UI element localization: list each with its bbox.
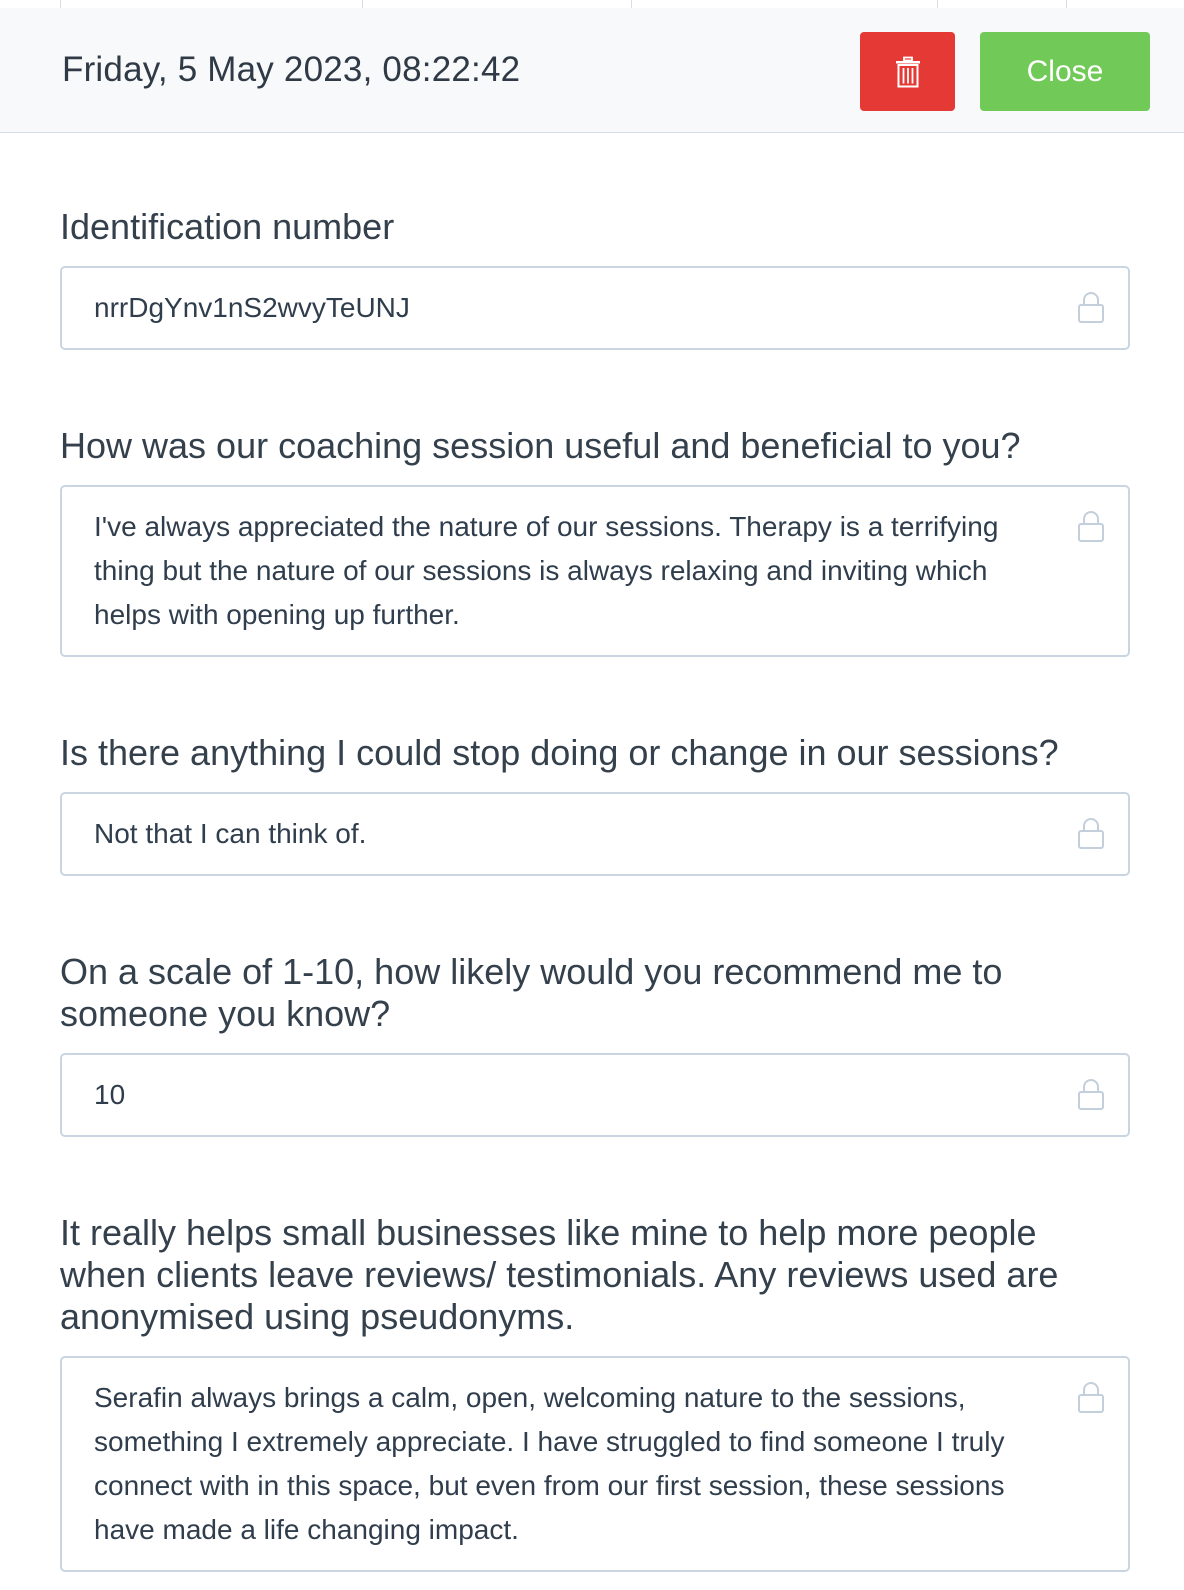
entry-header: Friday, 5 May 2023, 08:22:42 Close <box>0 8 1184 133</box>
divider <box>362 0 363 8</box>
lock-icon <box>1078 511 1104 542</box>
delete-button[interactable] <box>860 32 955 111</box>
field-label: It really helps small businesses like mi… <box>60 1212 1059 1337</box>
field-identification-number: Identification number nrrDgYnv1nS2wvyTeU… <box>60 206 1130 350</box>
field-value: I've always appreciated the nature of ou… <box>94 511 999 630</box>
locked-field[interactable]: Not that I can think of. <box>60 792 1130 876</box>
locked-field[interactable]: I've always appreciated the nature of ou… <box>60 485 1130 657</box>
field-value: nrrDgYnv1nS2wvyTeUNJ <box>94 292 410 323</box>
lock-icon <box>1078 1382 1104 1413</box>
divider <box>631 0 632 8</box>
field-recommend-score: On a scale of 1-10, how likely would you… <box>60 951 1130 1137</box>
field-label: On a scale of 1-10, how likely would you… <box>60 951 1003 1034</box>
field-testimonial: It really helps small businesses like mi… <box>60 1212 1130 1572</box>
lock-icon <box>1078 292 1104 323</box>
divider <box>60 0 61 8</box>
field-value: 10 <box>94 1079 126 1110</box>
locked-field[interactable]: 10 <box>60 1053 1130 1137</box>
field-label: Is there anything I could stop doing or … <box>60 732 1059 773</box>
field-value: Not that I can think of. <box>94 818 367 849</box>
field-label: How was our coaching session useful and … <box>60 425 1021 466</box>
divider <box>937 0 938 8</box>
entry-datetime: Friday, 5 May 2023, 08:22:42 <box>62 50 521 89</box>
locked-field[interactable]: Serafin always brings a calm, open, welc… <box>60 1356 1130 1572</box>
field-value: Serafin always brings a calm, open, welc… <box>94 1382 1005 1545</box>
lock-icon <box>1078 818 1104 849</box>
divider <box>1066 0 1067 8</box>
field-label: Identification number <box>60 206 395 247</box>
form-content: Identification number nrrDgYnv1nS2wvyTeU… <box>60 206 1130 1572</box>
close-button[interactable]: Close <box>980 32 1150 111</box>
trash-icon <box>895 56 920 87</box>
locked-field[interactable]: nrrDgYnv1nS2wvyTeUNJ <box>60 266 1130 350</box>
field-session-benefit: How was our coaching session useful and … <box>60 425 1130 657</box>
field-stop-or-change: Is there anything I could stop doing or … <box>60 732 1130 876</box>
lock-icon <box>1078 1079 1104 1110</box>
